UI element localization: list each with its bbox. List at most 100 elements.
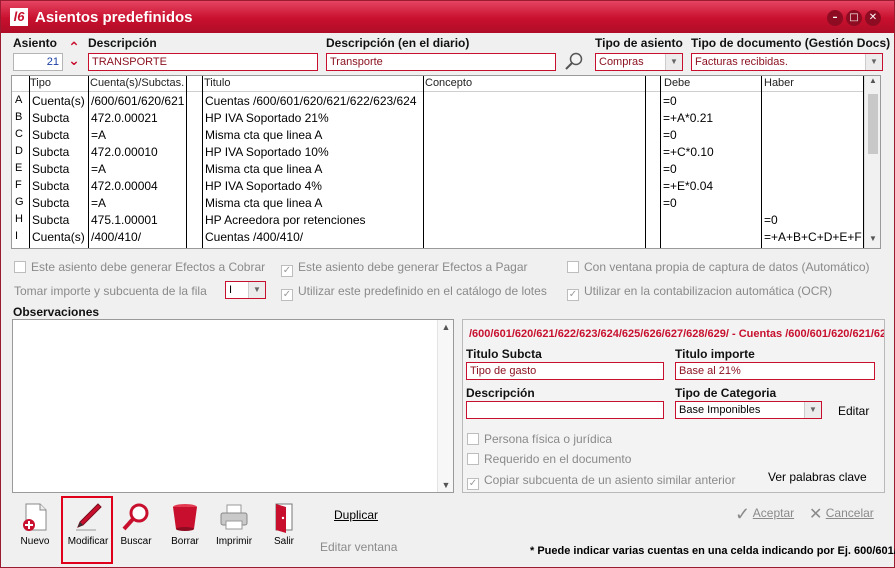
- check-icon[interactable]: ✓: [567, 289, 579, 301]
- persona-checkbox[interactable]: Persona física o jurídica: [467, 432, 612, 446]
- titulo-subcta-field[interactable]: Tipo de gasto: [466, 362, 664, 380]
- checkbox-box[interactable]: [467, 453, 479, 465]
- cell-tipo[interactable]: Subcta: [32, 196, 88, 210]
- cell-debe[interactable]: =0: [663, 94, 760, 108]
- col-tipo[interactable]: Tipo: [30, 77, 51, 89]
- table-row[interactable]: F Subcta 472.0.00004 HP IVA Soportado 4% =+E…: [12, 178, 865, 195]
- table-row[interactable]: G Subcta =A Misma cta que linea A =0: [12, 195, 865, 212]
- editar-ventana-link[interactable]: Editar ventana: [320, 540, 397, 554]
- duplicar-link[interactable]: Duplicar: [334, 508, 378, 522]
- cell-debe[interactable]: =0: [663, 128, 760, 142]
- cell-tipo[interactable]: Subcta: [32, 128, 88, 142]
- cell-tipo[interactable]: Subcta: [32, 213, 88, 227]
- cell-titulo[interactable]: Cuentas /600/601/620/621/622/623/624: [205, 94, 423, 108]
- chevron-down-icon[interactable]: ▼: [865, 234, 880, 248]
- chevron-down-icon[interactable]: ▼: [248, 282, 265, 298]
- cell-tipo[interactable]: Cuenta(s): [32, 230, 88, 244]
- cell-titulo[interactable]: HP IVA Soportado 10%: [205, 145, 423, 159]
- scrollbar-thumb[interactable]: [868, 94, 878, 154]
- salir-button[interactable]: Salir: [264, 501, 304, 547]
- tipo-doc-select[interactable]: Facturas recibidas. ▼: [691, 53, 883, 71]
- col-concepto[interactable]: Concepto: [425, 77, 472, 89]
- desc-diario-field[interactable]: Transporte: [326, 53, 556, 71]
- cell-tipo[interactable]: Subcta: [32, 162, 88, 176]
- check-icon[interactable]: ✓: [281, 265, 293, 277]
- cell-cuenta[interactable]: 472.0.00010: [91, 145, 186, 159]
- cell-tipo[interactable]: Cuenta(s): [32, 94, 88, 108]
- cell-titulo[interactable]: HP IVA Soportado 4%: [205, 179, 423, 193]
- ver-palabras-link[interactable]: Ver palabras clave: [768, 470, 867, 484]
- cell-debe[interactable]: =0: [663, 162, 760, 176]
- close-icon[interactable]: ✕: [865, 10, 881, 26]
- chevron-up-icon[interactable]: ▲: [865, 76, 880, 90]
- descripcion-field[interactable]: TRANSPORTE: [88, 53, 318, 71]
- editar-link[interactable]: Editar: [838, 404, 869, 418]
- cell-cuenta[interactable]: 472.0.00004: [91, 179, 186, 193]
- cell-debe[interactable]: =+A*0.21: [663, 111, 760, 125]
- table-row[interactable]: C Subcta =A Misma cta que linea A =0: [12, 127, 865, 144]
- table-row[interactable]: I Cuenta(s)/400/410/Cuentas /400/410/ =+A+…: [12, 229, 865, 246]
- table-row[interactable]: A Cuenta(s)/600/601/620/621 Cuentas /600/6…: [12, 93, 865, 110]
- col-haber[interactable]: Haber: [764, 77, 794, 89]
- col-titulo[interactable]: Titulo: [204, 77, 231, 89]
- cancelar-button[interactable]: ✕ Cancelar: [809, 504, 874, 524]
- col-debe[interactable]: Debe: [664, 77, 690, 89]
- descripcion-detail-field[interactable]: [466, 401, 664, 419]
- nuevo-button[interactable]: Nuevo: [15, 501, 55, 547]
- chevron-down-icon[interactable]: ▼: [438, 480, 454, 490]
- ventana-propia-checkbox[interactable]: Con ventana propia de captura de datos (…: [567, 260, 870, 274]
- table-row[interactable]: H Subcta 475.1.00001 HP Acreedora por reten…: [12, 212, 865, 229]
- cell-cuenta[interactable]: =A: [91, 196, 186, 210]
- maximize-icon[interactable]: □: [846, 10, 862, 26]
- cell-titulo[interactable]: Misma cta que linea A: [205, 128, 423, 142]
- checkbox-box[interactable]: [14, 261, 26, 273]
- chevron-down-icon[interactable]: ⌄: [67, 54, 81, 68]
- cell-haber[interactable]: =+A+B+C+D+E+F: [764, 230, 862, 244]
- copiar-checkbox[interactable]: ✓ Copiar subcuenta de un asiento similar …: [467, 473, 735, 490]
- cell-cuenta[interactable]: 475.1.00001: [91, 213, 186, 227]
- chevron-up-icon[interactable]: ▲: [438, 322, 454, 332]
- efectos-pagar-checkbox[interactable]: ✓ Este asiento debe generar Efectos a Pag…: [281, 260, 527, 277]
- titulo-importe-field[interactable]: Base al 21%: [675, 362, 875, 380]
- check-icon[interactable]: ✓: [281, 289, 293, 301]
- tipo-asiento-select[interactable]: Compras ▼: [595, 53, 683, 71]
- efectos-cobrar-checkbox[interactable]: Este asiento debe generar Efectos a Cobr…: [14, 260, 265, 274]
- tipo-categoria-select[interactable]: Base Imponibles ▼: [675, 401, 822, 419]
- cell-tipo[interactable]: Subcta: [32, 179, 88, 193]
- catalogo-lotes-checkbox[interactable]: ✓ Utilizar este predefinido en el catálog…: [281, 284, 547, 301]
- cell-titulo[interactable]: Misma cta que linea A: [205, 162, 423, 176]
- magnifier-icon[interactable]: [563, 51, 585, 71]
- cell-debe[interactable]: =+C*0.10: [663, 145, 760, 159]
- cell-cuenta[interactable]: /400/410/: [91, 230, 186, 244]
- requerido-checkbox[interactable]: Requerido en el documento: [467, 452, 631, 466]
- cell-tipo[interactable]: Subcta: [32, 145, 88, 159]
- table-row[interactable]: D Subcta 472.0.00010 HP IVA Soportado 10% =+…: [12, 144, 865, 161]
- cell-cuenta[interactable]: =A: [91, 128, 186, 142]
- checkbox-box[interactable]: [567, 261, 579, 273]
- cell-titulo[interactable]: Cuentas /400/410/: [205, 230, 423, 244]
- table-row[interactable]: E Subcta =A Misma cta que linea A =0: [12, 161, 865, 178]
- borrar-button[interactable]: Borrar: [165, 501, 205, 547]
- cell-haber[interactable]: =0: [764, 213, 862, 227]
- col-cuentas[interactable]: Cuenta(s)/Subctas.: [90, 77, 184, 89]
- aceptar-button[interactable]: ✓ Aceptar: [735, 504, 794, 525]
- minimize-icon[interactable]: –: [827, 10, 843, 26]
- chevron-down-icon[interactable]: ▼: [665, 54, 682, 70]
- asiento-spinner[interactable]: ⌃ ⌄: [67, 41, 81, 72]
- cell-titulo[interactable]: HP Acreedora por retenciones: [205, 213, 423, 227]
- buscar-button[interactable]: Buscar: [116, 501, 156, 547]
- imprimir-button[interactable]: Imprimir: [214, 501, 254, 547]
- asiento-field[interactable]: 21: [13, 53, 63, 71]
- check-icon[interactable]: ✓: [467, 478, 479, 490]
- checkbox-box[interactable]: [467, 433, 479, 445]
- tomar-importe-select[interactable]: I ▼: [225, 281, 266, 299]
- cell-tipo[interactable]: Subcta: [32, 111, 88, 125]
- cell-cuenta[interactable]: =A: [91, 162, 186, 176]
- cell-titulo[interactable]: Misma cta que linea A: [205, 196, 423, 210]
- observaciones-scrollbar[interactable]: ▲ ▼: [437, 320, 453, 492]
- table-row[interactable]: B Subcta 472.0.00021 HP IVA Soportado 21% =+…: [12, 110, 865, 127]
- cell-cuenta[interactable]: /600/601/620/621: [91, 94, 186, 108]
- contab-ocr-checkbox[interactable]: ✓ Utilizar en la contabilizacion automáti…: [567, 284, 832, 301]
- entries-table[interactable]: Tipo Cuenta(s)/Subctas. Titulo Concepto …: [11, 75, 881, 249]
- cell-debe[interactable]: =0: [663, 196, 760, 210]
